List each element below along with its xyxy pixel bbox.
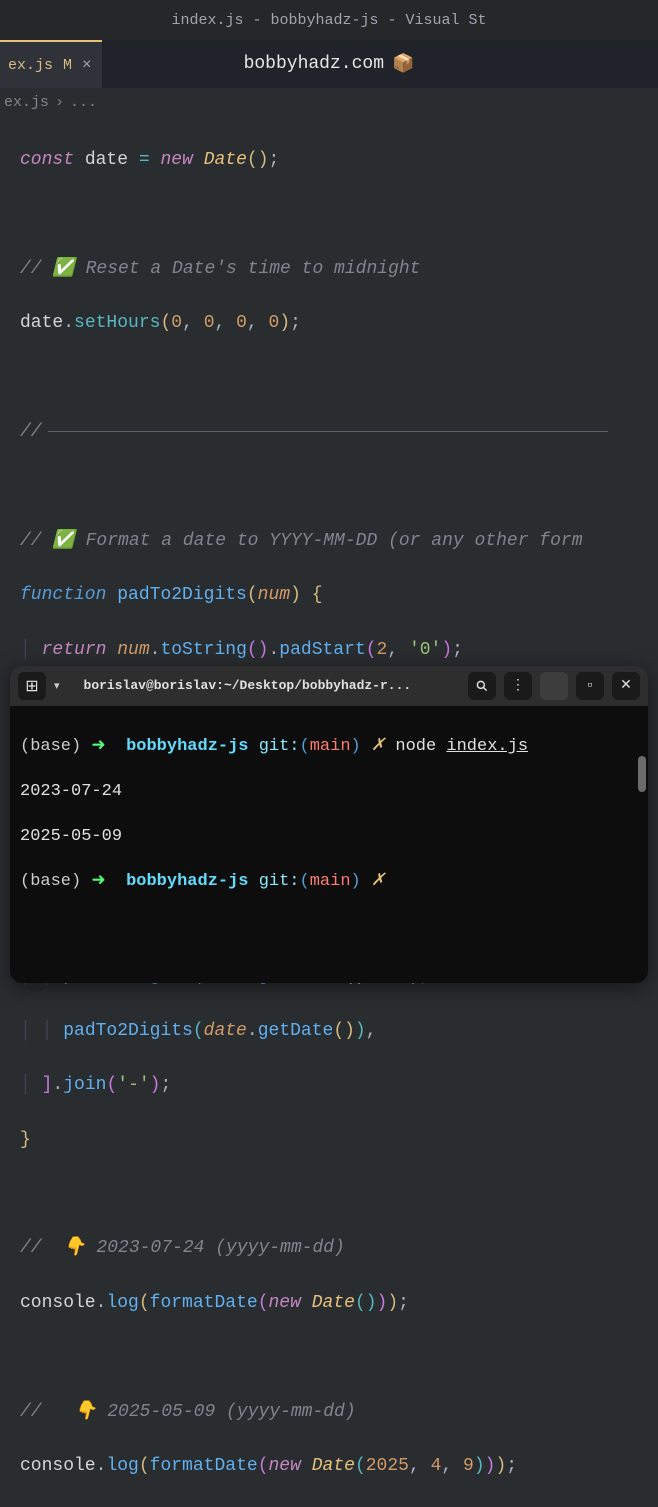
search-icon[interactable] — [468, 672, 496, 700]
code-line: const date = new Date(); — [20, 147, 658, 174]
minimize-button[interactable] — [540, 672, 568, 700]
terminal-output: 2023-07-24 — [20, 781, 638, 804]
code-line: │ │ padTo2Digits(date.getDate()), — [20, 1018, 658, 1045]
code-line: // ✅ Reset a Date's time to midnight — [20, 256, 658, 283]
breadcrumb-more: ... — [70, 94, 97, 111]
terminal-window: ⊞ ▾ borislav@borislav:~/Desktop/bobbyhad… — [10, 666, 648, 984]
dropdown-icon[interactable]: ▾ — [54, 679, 60, 693]
code-line — [20, 474, 658, 501]
terminal-body[interactable]: (base) ➜ bobbyhadz-js git:(main) ✗ node … — [10, 706, 648, 984]
tab-bar: ex.js M × bobbyhadz.com 📦 — [0, 40, 658, 88]
code-line: │ ].join('-'); — [20, 1072, 658, 1099]
box-icon: 📦 — [392, 53, 414, 75]
window-title: index.js - bobbyhadz-js - Visual St — [171, 12, 486, 29]
code-line — [20, 365, 658, 392]
breadcrumb[interactable]: ex.js › ... — [0, 88, 658, 116]
maximize-button[interactable]: ▫ — [576, 672, 604, 700]
terminal-titlebar[interactable]: ⊞ ▾ borislav@borislav:~/Desktop/bobbyhad… — [10, 666, 648, 706]
window-titlebar: index.js - bobbyhadz-js - Visual St — [0, 0, 658, 40]
terminal-title: borislav@borislav:~/Desktop/bobbyhadz-r.… — [68, 678, 460, 693]
code-line: console.log(formatDate(new Date())); — [20, 1290, 658, 1317]
site-text: bobbyhadz.com — [244, 54, 384, 74]
code-line: // — [20, 419, 658, 446]
code-line: date.setHours(0, 0, 0, 0); — [20, 310, 658, 337]
code-line — [20, 1181, 658, 1208]
new-tab-button[interactable]: ⊞ — [18, 672, 46, 700]
tab-index-js[interactable]: ex.js M × — [0, 40, 102, 88]
close-button[interactable]: ✕ — [612, 672, 640, 700]
code-line: function padTo2Digits(num) { — [20, 582, 658, 609]
code-line: │ return num.toString().padStart(2, '0')… — [20, 637, 658, 664]
breadcrumb-file: ex.js — [4, 94, 49, 111]
terminal-scrollbar[interactable] — [638, 756, 646, 792]
close-icon[interactable]: × — [82, 56, 92, 74]
code-line: } — [20, 1127, 658, 1154]
site-overlay: bobbyhadz.com 📦 — [244, 53, 415, 75]
code-line: // 👇 2023-07-24 (yyyy-mm-dd) — [20, 1235, 658, 1262]
code-line — [20, 1344, 658, 1371]
terminal-output: 2025-05-09 — [20, 826, 638, 849]
chevron-right-icon: › — [55, 94, 64, 111]
code-line — [20, 202, 658, 229]
code-line: // 👇 2025-05-09 (yyyy-mm-dd) — [20, 1399, 658, 1426]
code-line: console.log(formatDate(new Date(2025, 4,… — [20, 1453, 658, 1480]
menu-icon[interactable]: ⋮ — [504, 672, 532, 700]
code-line: // ✅ Format a date to YYYY-MM-DD (or any… — [20, 528, 658, 555]
tab-label: ex.js — [8, 57, 53, 74]
tab-modified-badge: M — [63, 57, 72, 74]
terminal-line: (base) ➜ bobbyhadz-js git:(main) ✗ node … — [20, 736, 638, 759]
terminal-line: (base) ➜ bobbyhadz-js git:(main) ✗ — [20, 871, 638, 894]
